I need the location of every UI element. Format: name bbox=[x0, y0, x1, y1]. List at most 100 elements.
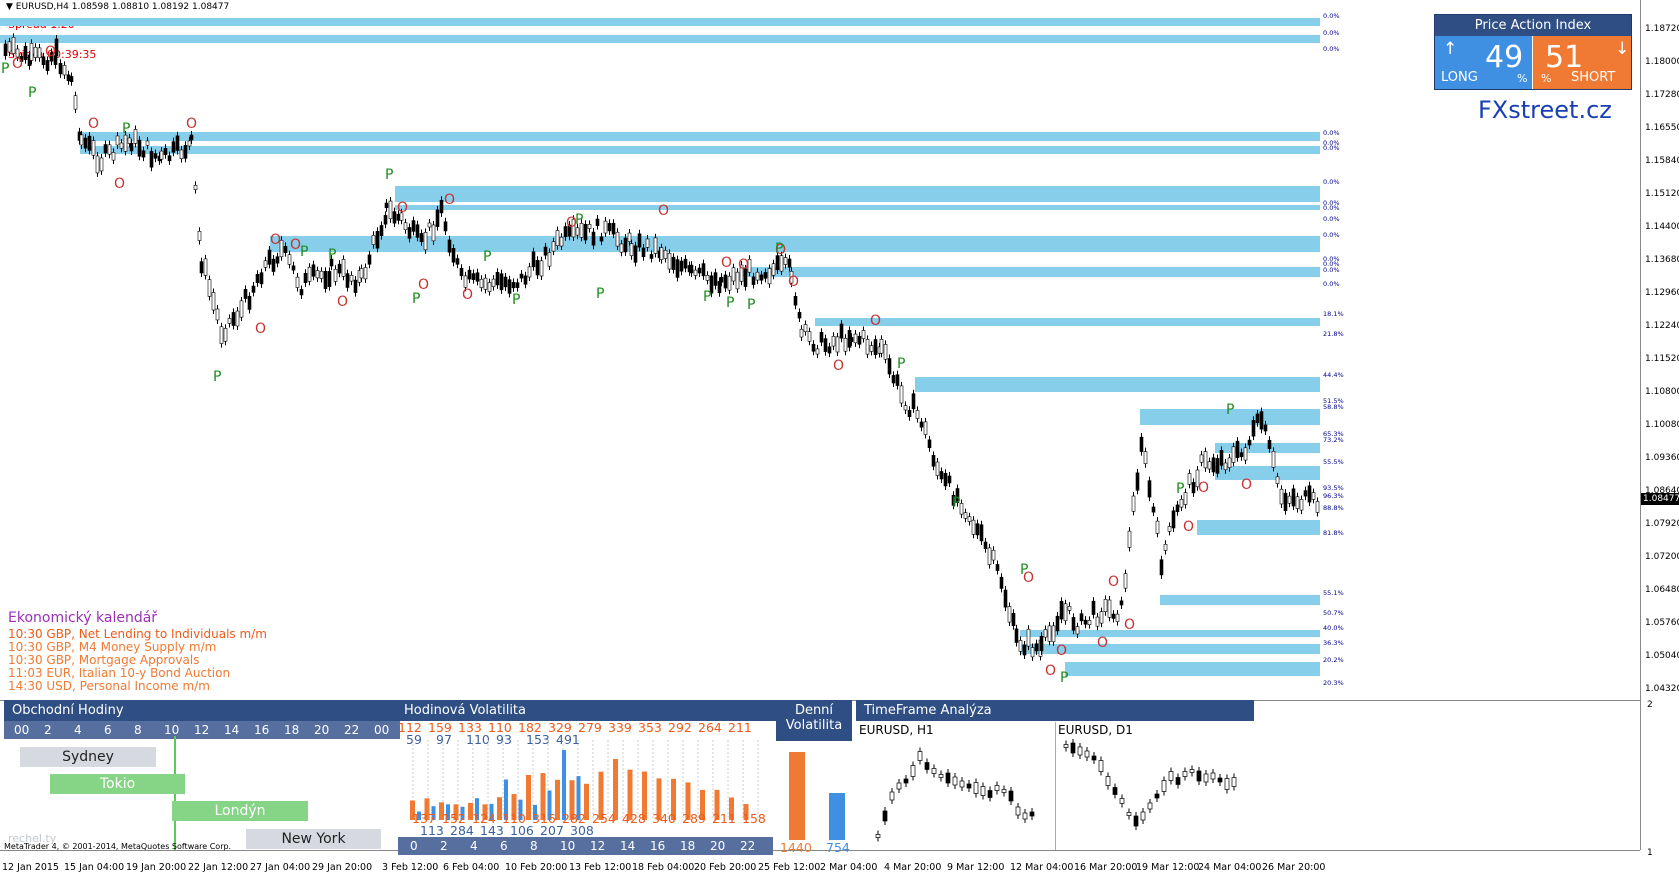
tf-d1-mini-chart bbox=[1063, 739, 1237, 830]
price-axis-label: 1.06480 bbox=[1645, 585, 1679, 595]
candle-body bbox=[187, 140, 192, 147]
candle-body bbox=[987, 547, 992, 565]
candle-body bbox=[595, 218, 600, 226]
bearish-signal-icon: O bbox=[1124, 617, 1136, 633]
candle-body bbox=[1095, 616, 1100, 627]
candle-body bbox=[255, 273, 260, 284]
candle-body bbox=[815, 348, 820, 355]
candle-body bbox=[663, 250, 668, 259]
bullish-signal-icon: P bbox=[952, 495, 961, 511]
price-axis-label: 1.05040 bbox=[1645, 651, 1679, 661]
candle-body bbox=[671, 256, 676, 270]
candle-body bbox=[1271, 451, 1276, 468]
candlestick-series bbox=[3, 33, 1320, 661]
candle-body bbox=[1143, 451, 1148, 465]
candle-body bbox=[723, 274, 728, 289]
price-axis-label: 1.15120 bbox=[1645, 189, 1679, 199]
price-axis[interactable]: 1.18720 1.18000 1.17280 1.16550 1.15840 1.151… bbox=[1640, 0, 1679, 850]
candle-body bbox=[891, 375, 896, 384]
candle-body bbox=[713, 272, 718, 286]
price-axis-label: 1.10800 bbox=[1645, 387, 1679, 397]
candle-body bbox=[319, 270, 324, 279]
candle-body bbox=[787, 258, 792, 268]
candle-body bbox=[697, 267, 702, 274]
bullish-signal-icon: P bbox=[1, 61, 10, 77]
price-chart[interactable]: ▼ EURUSD,H4 1.08598 1.08810 1.08192 1.08… bbox=[0, 0, 1640, 701]
candle-body bbox=[879, 339, 884, 354]
time-axis-label: 9 Mar 12:00 bbox=[947, 862, 1005, 873]
candle-body bbox=[275, 256, 280, 264]
candle-body bbox=[495, 271, 500, 286]
mini-candle bbox=[1203, 773, 1209, 783]
price-axis-label: 1.15840 bbox=[1645, 156, 1679, 166]
indicator-subwindow: Obchodní Hodiny 00 2 4 6 8 10 12 14 16 18 20 22 00 S… bbox=[0, 700, 1640, 855]
bearish-signal-icon: O bbox=[1097, 635, 1109, 651]
candle-body bbox=[803, 324, 808, 332]
time-axis-label: 26 Mar 20:00 bbox=[1262, 862, 1326, 873]
candle-body bbox=[471, 273, 476, 280]
time-axis-label: 13 Feb 12:00 bbox=[569, 862, 632, 873]
candle-body bbox=[145, 140, 150, 146]
time-axis-label: 10 Feb 20:00 bbox=[505, 862, 568, 873]
tf-h1-mini-chart bbox=[875, 747, 1035, 842]
pai-long-value: 49 bbox=[1485, 40, 1524, 75]
bullish-signal-icon: P bbox=[300, 244, 309, 260]
time-axis[interactable]: 12 Jan 2015 15 Jan 04:00 19 Jan 20:00 22 Ja… bbox=[0, 850, 1640, 877]
candle-body bbox=[865, 339, 870, 355]
candle-body bbox=[1211, 457, 1216, 473]
candle-body bbox=[384, 202, 389, 209]
mini-candle bbox=[1084, 750, 1090, 758]
daily-volatility-title-1: Denní bbox=[794, 703, 834, 718]
hv-value: 428 bbox=[622, 811, 646, 826]
hv-value: 113 bbox=[420, 823, 444, 838]
candle-body bbox=[367, 254, 372, 265]
price-axis-label: 1.10080 bbox=[1645, 420, 1679, 430]
mini-candle bbox=[1077, 746, 1083, 756]
mini-candle bbox=[987, 790, 993, 798]
price-axis-label: 1.17280 bbox=[1645, 90, 1679, 100]
daily-volatility-orange-bar bbox=[789, 752, 805, 840]
pai-short-label: SHORT bbox=[1571, 70, 1616, 85]
bullish-signal-icon: P bbox=[775, 241, 784, 257]
candle-body bbox=[1159, 559, 1164, 576]
candle-body bbox=[271, 258, 276, 272]
pai-short-pct: % bbox=[1541, 72, 1552, 85]
candle-body bbox=[403, 222, 408, 231]
candle-body bbox=[287, 254, 292, 265]
timeframe-analysis-title: TimeFrame Analýza bbox=[856, 700, 1254, 721]
candle-body bbox=[263, 260, 268, 268]
hour-tick: 12 bbox=[194, 723, 210, 737]
bullish-signal-icon: P bbox=[512, 292, 521, 308]
candle-body bbox=[323, 271, 328, 289]
hour-tick: 8 bbox=[134, 723, 142, 737]
candle-body bbox=[267, 249, 272, 265]
candle-body bbox=[583, 223, 588, 241]
candle-body bbox=[487, 282, 492, 292]
pai-long-label: LONG bbox=[1441, 70, 1478, 85]
candle-body bbox=[211, 292, 216, 311]
candle-body bbox=[1315, 501, 1320, 513]
candle-body bbox=[371, 235, 376, 245]
candle-body bbox=[141, 150, 146, 158]
candle-body bbox=[207, 279, 212, 297]
candle-body bbox=[1179, 499, 1184, 508]
hv-value: 339 bbox=[608, 720, 632, 735]
time-axis-label: 20 Feb 20:00 bbox=[694, 862, 757, 873]
candle-body bbox=[307, 266, 312, 282]
candle-body bbox=[535, 259, 540, 276]
tf-d1-label: EURUSD, D1 bbox=[1058, 723, 1133, 737]
candle-body bbox=[99, 157, 104, 172]
candle-body bbox=[683, 258, 688, 269]
candle-body bbox=[637, 233, 642, 248]
candle-body bbox=[543, 246, 548, 256]
candle-body bbox=[1127, 530, 1132, 548]
candle-body bbox=[353, 279, 358, 293]
trading-hours-scale: 00 2 4 6 8 10 12 14 16 18 20 22 00 bbox=[4, 721, 400, 739]
candle-body bbox=[823, 338, 828, 352]
candle-body bbox=[1026, 628, 1031, 647]
mini-candle bbox=[1133, 815, 1139, 827]
candle-body bbox=[475, 272, 480, 282]
candle-body bbox=[783, 257, 788, 265]
candle-body bbox=[1251, 420, 1256, 437]
mini-candle bbox=[1231, 777, 1237, 787]
